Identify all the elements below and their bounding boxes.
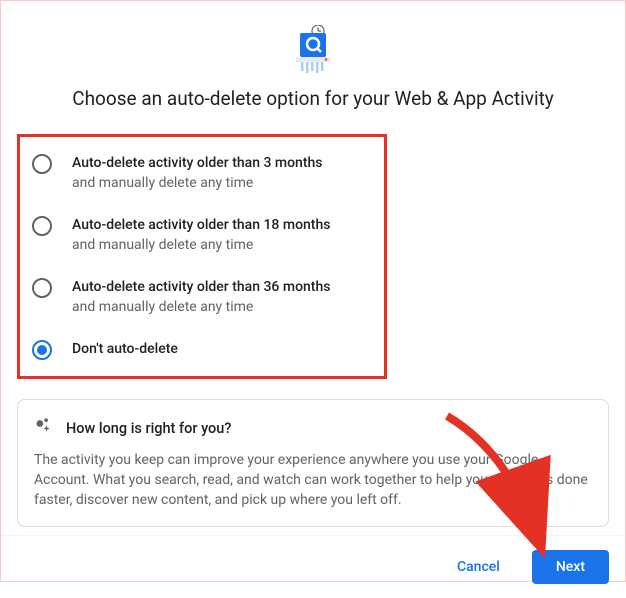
option-label: Auto-delete activity older than 18 month… <box>72 215 330 235</box>
page-title: Choose an auto-delete option for your We… <box>17 87 609 110</box>
option-dont-delete[interactable]: Don't auto-delete <box>32 339 372 360</box>
radio-icon <box>32 278 52 298</box>
radio-icon <box>32 216 52 236</box>
radio-icon <box>32 154 52 174</box>
radio-icon <box>32 340 52 360</box>
option-subtitle: and manually delete any time <box>72 173 323 193</box>
sparkle-icon <box>34 416 54 440</box>
info-title: How long is right for you? <box>66 420 231 437</box>
options-group: Auto-delete activity older than 3 months… <box>17 134 387 379</box>
option-label: Auto-delete activity older than 36 month… <box>72 277 330 297</box>
cancel-button[interactable]: Cancel <box>433 550 524 584</box>
next-button[interactable]: Next <box>532 550 609 584</box>
footer: Cancel Next <box>1 535 625 598</box>
option-3-months[interactable]: Auto-delete activity older than 3 months… <box>32 153 372 193</box>
option-subtitle: and manually delete any time <box>72 235 330 255</box>
option-label: Don't auto-delete <box>72 339 178 359</box>
info-text: The activity you keep can improve your e… <box>34 450 592 510</box>
option-subtitle: and manually delete any time <box>72 297 330 317</box>
option-36-months[interactable]: Auto-delete activity older than 36 month… <box>32 277 372 317</box>
option-label: Auto-delete activity older than 3 months <box>72 153 323 173</box>
shredder-icon <box>17 17 609 87</box>
option-18-months[interactable]: Auto-delete activity older than 18 month… <box>32 215 372 255</box>
info-card: How long is right for you? The activity … <box>17 399 609 527</box>
